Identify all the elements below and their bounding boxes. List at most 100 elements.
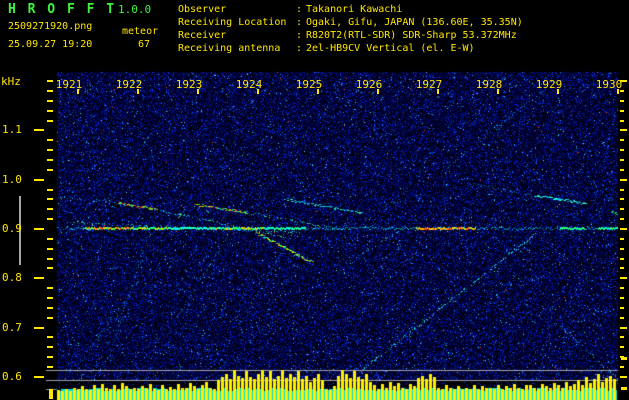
freq-major-tick	[34, 129, 44, 131]
right-tick	[620, 228, 627, 230]
freq-minor-tick	[47, 366, 53, 368]
freq-minor-tick	[47, 208, 53, 210]
right-tick	[620, 100, 624, 102]
time-tick	[377, 89, 379, 94]
right-tick	[620, 287, 624, 289]
info-row: Receiving Location: Ogaki, Gifu, JAPAN (1…	[178, 16, 523, 29]
freq-minor-tick	[47, 120, 53, 122]
info-colon: :	[296, 17, 303, 28]
right-tick	[620, 258, 624, 260]
right-tick	[620, 110, 624, 112]
freq-minor-tick	[47, 297, 53, 299]
time-tick	[257, 89, 259, 94]
info-value: Ogaki, Gifu, JAPAN (136.60E, 35.35N)	[306, 17, 523, 28]
freq-minor-tick	[47, 139, 53, 141]
freq-minor-tick	[47, 317, 53, 319]
freq-minor-tick	[47, 287, 53, 289]
right-tick	[620, 90, 624, 92]
level-bar-left-tick	[49, 389, 53, 399]
time-tick-label: 1922	[115, 78, 143, 91]
right-tick	[620, 307, 624, 309]
time-tick	[197, 89, 199, 94]
hrofft-window: H R O F F T 1.0.0 2509271920.png meteor …	[0, 0, 629, 400]
freq-major-tick	[34, 376, 44, 378]
time-tick-label: 1924	[235, 78, 263, 91]
freq-minor-tick	[47, 346, 53, 348]
freq-minor-tick	[47, 80, 53, 82]
right-tick	[620, 327, 627, 329]
freq-major-tick	[34, 327, 44, 329]
spectrogram-canvas	[0, 0, 629, 400]
app-title: H R O F F T	[8, 2, 117, 17]
info-label: Receiver	[178, 30, 227, 41]
output-filename: 2509271920.png	[8, 21, 93, 32]
freq-major-tick	[34, 179, 44, 181]
right-tick	[620, 129, 627, 131]
freq-minor-tick	[47, 198, 53, 200]
right-tick	[620, 169, 624, 171]
mode-label: meteor	[122, 26, 159, 37]
freq-axis-unit: kHz	[1, 75, 21, 88]
time-tick-label: 1921	[55, 78, 83, 91]
time-tick-label: 1926	[355, 78, 383, 91]
info-colon: :	[296, 43, 303, 54]
right-tick	[620, 198, 624, 200]
right-tick	[620, 120, 624, 122]
freq-minor-tick	[47, 189, 53, 191]
right-tick	[620, 297, 624, 299]
freq-minor-tick	[47, 238, 53, 240]
info-label: Receiving antenna	[178, 43, 281, 54]
time-tick	[557, 89, 559, 94]
freq-tick-label: 0.6	[2, 370, 22, 383]
info-label: Receiving Location	[178, 17, 287, 28]
level-bar-right-tick	[621, 387, 627, 390]
time-tick-label: 1927	[415, 78, 443, 91]
freq-minor-tick	[47, 258, 53, 260]
freq-minor-tick	[47, 100, 53, 102]
right-tick	[620, 189, 624, 191]
time-tick	[137, 89, 139, 94]
freq-minor-tick	[47, 248, 53, 250]
freq-minor-tick	[47, 307, 53, 309]
freq-minor-tick	[47, 110, 53, 112]
time-tick-label: 1925	[295, 78, 323, 91]
right-tick	[620, 248, 624, 250]
time-tick-label: 1923	[175, 78, 203, 91]
app-version: 1.0.0	[118, 3, 152, 16]
right-tick	[620, 277, 627, 279]
right-tick	[620, 376, 627, 378]
right-tick	[620, 346, 624, 348]
freq-minor-tick	[47, 218, 53, 220]
freq-tick-label: 1.1	[2, 123, 22, 136]
right-tick	[620, 149, 624, 151]
level-bar-right-tick	[621, 357, 627, 360]
freq-tick-label: 0.8	[2, 271, 22, 284]
info-colon: :	[296, 30, 303, 41]
info-colon: :	[296, 4, 303, 15]
right-tick	[620, 80, 627, 82]
freq-minor-tick	[47, 356, 53, 358]
freq-minor-tick	[47, 149, 53, 151]
datetime-label: 25.09.27 19:20	[8, 39, 93, 50]
freq-tick-label: 0.7	[2, 321, 22, 334]
freq-minor-tick	[47, 336, 53, 338]
time-tick-label: 1929	[535, 78, 563, 91]
freq-minor-tick	[47, 169, 53, 171]
echo-count: 67	[138, 39, 151, 50]
time-tick	[497, 89, 499, 94]
freq-major-tick	[34, 228, 44, 230]
time-tick	[77, 89, 79, 94]
freq-minor-tick	[47, 159, 53, 161]
right-tick	[620, 179, 627, 181]
right-tick	[620, 366, 624, 368]
station-info: Observer: Takanori Kawachi Receiving Locat…	[178, 3, 523, 55]
info-row: Observer: Takanori Kawachi	[178, 3, 523, 16]
time-tick-label: 1928	[475, 78, 503, 91]
right-tick	[620, 218, 624, 220]
right-tick	[620, 267, 624, 269]
info-value: R820T2(RTL-SDR) SDR-Sharp 53.372MHz	[306, 30, 517, 41]
info-row: Receiving antenna:2el-HB9CV Vertical (el…	[178, 42, 523, 55]
right-tick	[620, 238, 624, 240]
freq-minor-tick	[47, 267, 53, 269]
right-tick	[620, 159, 624, 161]
